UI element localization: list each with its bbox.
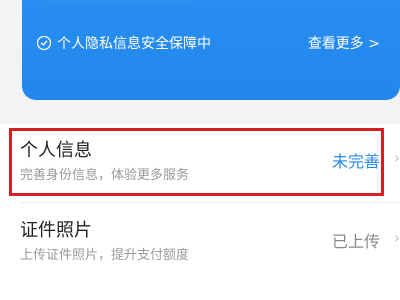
personal-info-title: 个人信息 — [20, 140, 92, 161]
id-photo-title: 证件照片 — [20, 220, 92, 241]
row-divider — [20, 202, 400, 203]
view-more-link[interactable]: 查看更多 > — [308, 33, 380, 53]
personal-info-row[interactable]: 个人信息 完善身份信息，体验更多服务 未完善 › — [0, 128, 400, 200]
id-photo-subtitle: 上传证件照片，提升支付额度 — [20, 248, 190, 263]
privacy-banner: 个人隐私信息安全保障中 查看更多 > — [22, 0, 400, 100]
personal-info-subtitle: 完善身份信息，体验更多服务 — [20, 168, 190, 183]
id-photo-status: 已上传 — [331, 232, 380, 251]
chevron-right-icon: › — [393, 148, 400, 167]
personal-info-status: 未完善 — [331, 152, 380, 171]
id-photo-row[interactable]: 证件照片 上传证件照片，提升支付额度 已上传 › — [0, 208, 400, 280]
chevron-right-icon: › — [393, 228, 400, 247]
shield-icon — [36, 35, 52, 51]
privacy-notice: 个人隐私信息安全保障中 — [36, 33, 211, 53]
privacy-text: 个人隐私信息安全保障中 — [57, 36, 211, 52]
